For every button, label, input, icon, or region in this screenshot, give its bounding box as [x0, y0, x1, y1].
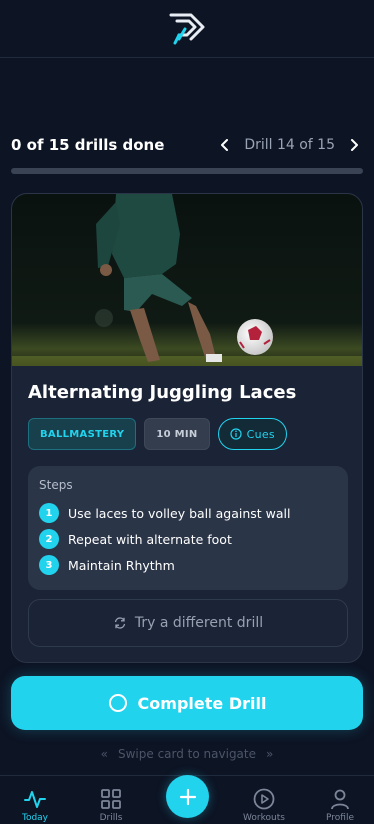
step-item: 3 Maintain Rhythm — [39, 552, 337, 578]
refresh-icon — [114, 617, 126, 629]
drill-navigator: Drill 14 of 15 — [216, 136, 363, 154]
step-number: 2 — [39, 529, 59, 549]
nav-item-profile[interactable]: Profile — [310, 788, 370, 823]
circle-icon — [108, 694, 127, 712]
nav-label: Today — [21, 813, 49, 823]
step-text: Maintain Rhythm — [68, 557, 175, 573]
step-text: Repeat with alternate foot — [68, 531, 232, 547]
try-different-drill-button[interactable]: Try a different drill — [28, 599, 348, 647]
nav-label: Drills — [99, 813, 123, 823]
category-badge: BALLMASTERY — [28, 418, 137, 450]
drill-tags: BALLMASTERY 10 MIN Cues — [28, 418, 287, 450]
nav-label: Workouts — [243, 813, 285, 823]
nav-item-drills[interactable]: Drills — [81, 788, 141, 823]
progress-bar — [11, 168, 363, 174]
nav-item-today[interactable]: Today — [5, 788, 65, 823]
cues-button[interactable]: Cues — [217, 418, 287, 450]
info-icon — [230, 428, 242, 440]
progress-row: 0 of 15 drills done Drill 14 of 15 — [11, 134, 363, 156]
double-chevron-left-icon: « — [100, 747, 108, 761]
arrow-logo-icon[interactable] — [167, 9, 207, 49]
chevron-left-icon — [221, 139, 229, 151]
plus-icon — [179, 788, 196, 805]
steps-heading: Steps — [39, 478, 73, 492]
cues-label: Cues — [246, 427, 275, 441]
try-different-drill-label: Try a different drill — [134, 615, 264, 631]
step-number: 3 — [39, 555, 59, 575]
user-icon — [331, 789, 349, 810]
step-text: Use laces to volley ball against wall — [68, 505, 291, 521]
previous-drill-button[interactable] — [216, 136, 234, 154]
add-button[interactable] — [166, 775, 209, 818]
activity-icon — [24, 791, 46, 808]
drill-card[interactable]: Alternating Juggling Laces BALLMASTERY 1… — [11, 193, 363, 663]
complete-drill-label: Complete Drill — [137, 693, 267, 713]
drills-done-label: 0 of 15 drills done — [11, 136, 165, 154]
step-item: 2 Repeat with alternate foot — [39, 526, 337, 552]
play-circle-icon — [253, 788, 275, 810]
grid-icon — [101, 789, 121, 809]
step-item: 1 Use laces to volley ball against wall — [39, 500, 337, 526]
steps-panel: Steps 1 Use laces to volley ball against… — [28, 466, 348, 590]
double-chevron-right-icon: » — [266, 747, 274, 761]
next-drill-button[interactable] — [345, 136, 363, 154]
drill-title: Alternating Juggling Laces — [28, 382, 297, 403]
complete-drill-button[interactable]: Complete Drill — [11, 676, 363, 730]
swipe-hint: « Swipe card to navigate » — [0, 745, 374, 763]
duration-badge: 10 MIN — [144, 418, 210, 450]
nav-item-workouts[interactable]: Workouts — [234, 788, 294, 823]
drill-position-label: Drill 14 of 15 — [244, 137, 335, 153]
nav-label: Profile — [326, 813, 354, 823]
chevron-right-icon — [351, 139, 358, 151]
swipe-hint-text: Swipe card to navigate — [118, 747, 256, 761]
app-header — [0, 0, 374, 58]
drill-photo — [12, 194, 362, 366]
step-number: 1 — [39, 503, 59, 523]
